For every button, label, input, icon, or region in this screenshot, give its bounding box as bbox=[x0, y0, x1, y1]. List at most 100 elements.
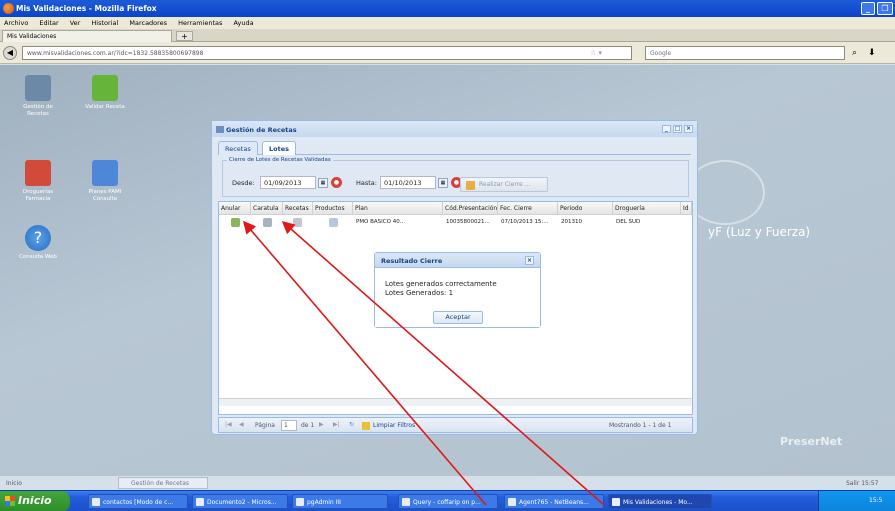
taskbar-item-netbeans[interactable]: Agent765 - NetBeans... bbox=[504, 494, 604, 509]
thumbs-up-icon bbox=[92, 75, 118, 101]
start-button[interactable]: Inicio bbox=[0, 491, 70, 511]
start-label: Inicio bbox=[18, 494, 52, 507]
search-input[interactable]: Google bbox=[645, 46, 845, 60]
windows-taskbar: Inicio contactos [Modo de c... Documento… bbox=[0, 490, 895, 511]
col-recetas[interactable]: Recetas bbox=[283, 202, 313, 215]
desktop-icon-label: Consulta Web bbox=[19, 254, 57, 260]
col-plan[interactable]: Plan bbox=[353, 202, 443, 215]
col-fec-cierre[interactable]: Fec. Cierre bbox=[498, 202, 558, 215]
recetas-icon[interactable] bbox=[293, 218, 302, 227]
refresh-icon[interactable]: ↻ bbox=[349, 421, 354, 428]
desktop-icon-label: Validar Receta bbox=[85, 104, 125, 110]
desktop-icon-droguerias[interactable]: Droguerías Farmacia bbox=[13, 160, 63, 203]
app-status-bar: Inicio Gestión de Recetas Salir 15:57 bbox=[0, 475, 895, 490]
navigation-bar: ◀ www.misvalidaciones.com.ar/?idc=1832.5… bbox=[0, 42, 895, 64]
taskbar-item-pgadmin[interactable]: pgAdmin III bbox=[292, 494, 388, 509]
desktop-icon-validar-receta[interactable]: Validar Receta bbox=[80, 75, 130, 111]
menu-ayuda[interactable]: Ayuda bbox=[234, 19, 254, 27]
system-tray: 15:5 bbox=[818, 491, 895, 511]
window-maximize-button[interactable]: □ bbox=[673, 125, 682, 133]
col-drogueria[interactable]: Droguería bbox=[613, 202, 681, 215]
task-label: Mis Validaciones - Mo... bbox=[623, 499, 693, 506]
taskbar-item-documento2[interactable]: Documento2 - Micros... bbox=[192, 494, 288, 509]
browser-titlebar: Mis Validaciones - Mozilla Firefox _ ❐ bbox=[0, 0, 895, 17]
aceptar-button[interactable]: Aceptar bbox=[433, 311, 483, 324]
desktop-icon-consulta-web[interactable]: ? Consulta Web bbox=[13, 225, 63, 261]
prev-page-icon[interactable]: ◀ bbox=[239, 421, 244, 428]
window-close-button[interactable]: × bbox=[684, 125, 693, 133]
search-placeholder: Google bbox=[650, 50, 672, 57]
tab-recetas[interactable]: Recetas bbox=[218, 141, 258, 155]
first-page-icon[interactable]: |◀ bbox=[225, 421, 232, 428]
help-icon: ? bbox=[25, 225, 51, 251]
window-minimize-button[interactable]: _ bbox=[662, 125, 671, 133]
app-home-button[interactable]: Inicio bbox=[6, 480, 22, 487]
cell-periodo: 201310 bbox=[561, 219, 582, 225]
realizar-cierre-button[interactable]: Realizar Cierre ... bbox=[460, 177, 548, 192]
menu-ver[interactable]: Ver bbox=[70, 19, 81, 27]
resultado-cierre-dialog: Resultado Cierre × Lotes generados corre… bbox=[374, 252, 541, 328]
browser-tab[interactable]: Mis Validaciones bbox=[2, 30, 172, 42]
minimize-button[interactable]: _ bbox=[861, 2, 875, 15]
hasta-calendar-icon[interactable]: ▦ bbox=[438, 178, 448, 188]
window-title: Mis Validaciones - Mozilla Firefox bbox=[16, 4, 157, 13]
menu-marcadores[interactable]: Marcadores bbox=[129, 19, 167, 27]
desde-calendar-icon[interactable]: ▦ bbox=[318, 178, 328, 188]
col-caratula[interactable]: Caratula bbox=[251, 202, 283, 215]
search-icon[interactable]: ⌕ bbox=[852, 48, 857, 58]
clear-filters-button[interactable]: Limpiar Filtros bbox=[373, 422, 415, 429]
col-id[interactable]: Id bbox=[681, 202, 692, 215]
taskbar-item-query[interactable]: Query - coffarip on p... bbox=[398, 494, 498, 509]
salir-button[interactable]: Salir 15:57 bbox=[846, 480, 878, 487]
col-cod-presentacion[interactable]: Cód.Presentación bbox=[443, 202, 498, 215]
col-periodo[interactable]: Periodo bbox=[558, 202, 613, 215]
desde-date-input[interactable]: 01/09/2013 bbox=[260, 176, 316, 189]
grid-header: Anular Caratula Recetas Productos Plan C… bbox=[219, 202, 692, 215]
productos-icon[interactable] bbox=[329, 218, 338, 227]
footer-brand: PreserNet bbox=[780, 435, 843, 448]
taskbar-item-mis-validaciones[interactable]: Mis Validaciones - Mo... bbox=[608, 494, 712, 509]
menu-bar: Archivo Editar Ver Historial Marcadores … bbox=[0, 17, 895, 29]
windows-logo-icon bbox=[5, 496, 15, 506]
back-button[interactable]: ◀ bbox=[3, 46, 17, 60]
desktop-icon-label: Droguerías Farmacia bbox=[22, 189, 54, 202]
page-of-label: de 1 bbox=[301, 422, 315, 429]
bookmark-star-icon[interactable]: ☆ ▾ bbox=[590, 49, 602, 57]
desktop-icon-label: Planes PAMI Consulta bbox=[88, 189, 122, 202]
desktop-icon-planes[interactable]: Planes PAMI Consulta bbox=[80, 160, 130, 203]
tab-lotes[interactable]: Lotes bbox=[262, 141, 296, 155]
anular-icon[interactable] bbox=[231, 218, 240, 227]
page-number-input[interactable]: 1 bbox=[281, 420, 297, 431]
download-icon[interactable]: ⬇ bbox=[868, 48, 876, 58]
window-tabs: Recetas Lotes bbox=[218, 141, 691, 155]
url-bar[interactable]: www.misvalidaciones.com.ar/?idc=1832.588… bbox=[22, 46, 632, 60]
grid-horizontal-scrollbar[interactable] bbox=[219, 398, 692, 406]
caratula-icon[interactable] bbox=[263, 218, 272, 227]
desktop-icon-gestion-recetas[interactable]: Gestión de Recetas bbox=[13, 75, 63, 118]
app-icon bbox=[92, 498, 100, 506]
taskbar-item-contactos[interactable]: contactos [Modo de c... bbox=[88, 494, 188, 509]
last-page-icon[interactable]: ▶| bbox=[333, 421, 340, 428]
col-anular[interactable]: Anular bbox=[219, 202, 251, 215]
task-label: Query - coffarip on p... bbox=[413, 499, 481, 506]
menu-herramientas[interactable]: Herramientas bbox=[178, 19, 222, 27]
desde-clear-icon[interactable]: ● bbox=[331, 177, 342, 188]
prescriptions-icon bbox=[25, 75, 51, 101]
maximize-button[interactable]: ❐ bbox=[877, 2, 893, 15]
clock: 15:5 bbox=[869, 497, 883, 504]
menu-historial[interactable]: Historial bbox=[91, 19, 118, 27]
next-page-icon[interactable]: ▶ bbox=[319, 421, 324, 428]
hasta-date-input[interactable]: 01/10/2013 bbox=[380, 176, 436, 189]
task-label: contactos [Modo de c... bbox=[103, 499, 174, 506]
app-icon bbox=[196, 498, 204, 506]
dialog-message-2: Lotes Generados: 1 bbox=[385, 289, 454, 297]
app-task-button[interactable]: Gestión de Recetas bbox=[118, 477, 208, 489]
desktop-icon-label: Gestión de Recetas bbox=[23, 104, 53, 117]
menu-archivo[interactable]: Archivo bbox=[4, 19, 28, 27]
new-tab-button[interactable]: + bbox=[176, 31, 193, 41]
menu-editar[interactable]: Editar bbox=[39, 19, 58, 27]
dialog-title: Resultado Cierre × bbox=[375, 253, 540, 267]
task-label: Agent765 - NetBeans... bbox=[519, 499, 589, 506]
dialog-close-button[interactable]: × bbox=[525, 256, 534, 265]
col-productos[interactable]: Productos bbox=[313, 202, 353, 215]
